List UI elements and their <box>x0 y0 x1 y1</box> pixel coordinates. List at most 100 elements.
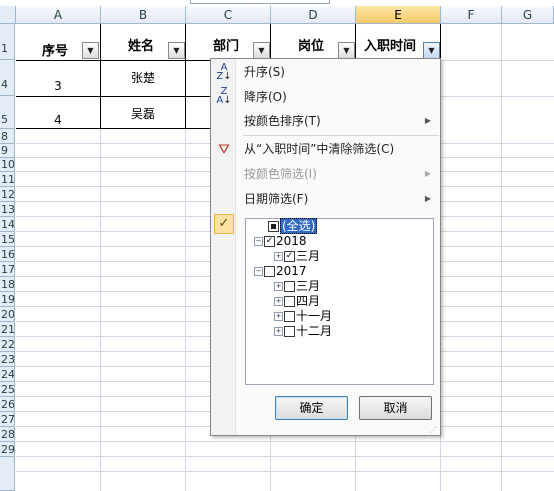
tree-node-2018[interactable]: − ✓ 2018 <box>254 234 307 249</box>
expand-icon[interactable]: + <box>274 297 283 306</box>
date-filter-label: 日期筛选(F) <box>244 192 309 206</box>
year-2018-label: 2018 <box>276 234 307 248</box>
gridline <box>441 60 554 61</box>
header-cell-d: 岗位 <box>297 39 324 54</box>
filter-active-icon[interactable]: ▼ <box>423 42 440 59</box>
row-header-16[interactable]: 16 <box>0 247 15 262</box>
select-all-corner[interactable] <box>0 6 16 24</box>
column-header-a[interactable]: A <box>16 6 101 24</box>
column-header-b[interactable]: B <box>101 6 186 24</box>
row-header-11[interactable]: 11 <box>0 172 15 187</box>
table-border <box>185 24 186 129</box>
year-2017-label: 2017 <box>276 264 307 278</box>
column-header-g[interactable]: G <box>502 6 554 24</box>
expand-icon[interactable]: + <box>274 282 283 291</box>
row-header-29[interactable]: 29 <box>0 442 15 457</box>
unchecked-checkbox-icon[interactable] <box>264 266 275 277</box>
tree-node-2017-april[interactable]: + 四月 <box>274 294 320 309</box>
row-header-23[interactable]: 23 <box>0 352 15 367</box>
header-cell-b: 姓名 <box>127 39 154 54</box>
menu-sort-ascending[interactable]: 升序(S) <box>237 61 437 83</box>
row-header-8[interactable]: 8 <box>0 129 15 144</box>
filter-dropdown-c[interactable]: ▼ <box>253 42 270 59</box>
header-cell-a: 序号 <box>41 44 68 59</box>
row-header-21[interactable]: 21 <box>0 322 15 337</box>
menu-separator <box>243 135 439 136</box>
sort-ascending-icon: A Z↓ <box>216 62 232 82</box>
row-header-13[interactable]: 13 <box>0 202 15 217</box>
sort-descending-icon: Z A↓ <box>216 86 232 106</box>
gridline <box>16 471 554 472</box>
autofilter-menu: A Z↓ 升序(S) Z A↓ 降序(O) 按颜色排序(T) ▶ ⛛ 从“入职时间”中… <box>210 58 441 436</box>
partial-checkbox-icon[interactable] <box>268 221 279 232</box>
row-header-25[interactable]: 25 <box>0 382 15 397</box>
tree-node-2017-december[interactable]: + 十二月 <box>274 324 332 339</box>
month-label: 三月 <box>296 249 321 263</box>
unchecked-checkbox-icon[interactable] <box>284 326 295 337</box>
ok-button[interactable]: 确定 <box>275 396 348 420</box>
column-header-c[interactable]: C <box>186 6 271 24</box>
table-border <box>270 24 271 61</box>
expand-icon[interactable]: + <box>274 252 283 261</box>
row-header-1[interactable]: 1 <box>0 24 15 60</box>
row-header-20[interactable]: 20 <box>0 307 15 322</box>
collapse-icon[interactable]: − <box>254 267 263 276</box>
cancel-button[interactable]: 取消 <box>359 396 432 420</box>
unchecked-checkbox-icon[interactable] <box>284 311 295 322</box>
row-header-15[interactable]: 15 <box>0 232 15 247</box>
submenu-arrow-icon: ▶ <box>424 169 431 178</box>
row-header-filler <box>0 457 15 491</box>
header-cell-e: 入职时间 <box>364 39 417 54</box>
menu-sort-by-color[interactable]: 按颜色排序(T) ▶ <box>237 110 437 132</box>
checked-checkbox-icon[interactable]: ✓ <box>284 251 295 262</box>
filter-dropdown-b[interactable]: ▼ <box>168 42 185 59</box>
cell-a4[interactable]: 3 <box>16 79 100 93</box>
cell-b5[interactable]: 吴磊 <box>101 105 185 122</box>
row-header-9[interactable]: 9 <box>0 144 15 158</box>
row-header-10[interactable]: 10 <box>0 158 15 172</box>
filter-by-color-label: 按颜色筛选(I) <box>244 167 317 181</box>
menu-date-filter[interactable]: 日期筛选(F) ▶ <box>237 188 437 210</box>
tree-node-2017-march[interactable]: + 三月 <box>274 279 320 294</box>
select-all-label: (全选) <box>280 218 318 234</box>
expand-icon[interactable]: + <box>274 327 283 336</box>
row-header-5[interactable]: 5 <box>0 96 15 129</box>
unchecked-checkbox-icon[interactable] <box>284 281 295 292</box>
row-header-28[interactable]: 28 <box>0 427 15 442</box>
month-label: 十二月 <box>296 324 333 338</box>
row-header-22[interactable]: 22 <box>0 337 15 352</box>
header-cell-c: 部门 <box>212 39 239 54</box>
tree-node-2017[interactable]: − 2017 <box>254 264 307 279</box>
tree-node-2018-march[interactable]: + ✓ 三月 <box>274 249 320 264</box>
row-header-18[interactable]: 18 <box>0 277 15 292</box>
column-header-f[interactable]: F <box>441 6 502 24</box>
table-border <box>440 24 441 61</box>
column-header-e[interactable]: E <box>356 6 441 24</box>
menu-icon-gutter <box>211 59 236 435</box>
month-label: 三月 <box>296 279 321 293</box>
tree-node-select-all[interactable]: (全选) <box>268 218 318 234</box>
filter-dropdown-d[interactable]: ▼ <box>338 42 355 59</box>
menu-sort-descending[interactable]: 降序(O) <box>237 86 437 108</box>
collapse-icon[interactable]: − <box>254 237 263 246</box>
column-header-d[interactable]: D <box>271 6 356 24</box>
resize-grip-icon[interactable]: ⋰ <box>430 426 438 434</box>
expand-icon[interactable]: + <box>274 312 283 321</box>
row-header-14[interactable]: 14 <box>0 217 15 232</box>
row-header-19[interactable]: 19 <box>0 292 15 307</box>
unchecked-checkbox-icon[interactable] <box>284 296 295 307</box>
filter-dropdown-a[interactable]: ▼ <box>82 42 99 59</box>
menu-clear-filter[interactable]: 从“入职时间”中清除筛选(C) <box>237 138 437 160</box>
row-header-4[interactable]: 4 <box>0 60 15 96</box>
cell-a5[interactable]: 4 <box>16 113 100 127</box>
cell-b4[interactable]: 张楚 <box>101 69 185 86</box>
gridline <box>501 24 502 491</box>
checked-checkbox-icon[interactable]: ✓ <box>264 236 275 247</box>
tree-node-2017-november[interactable]: + 十一月 <box>274 309 332 324</box>
row-header-24[interactable]: 24 <box>0 367 15 382</box>
row-header-26[interactable]: 26 <box>0 397 15 412</box>
row-header-27[interactable]: 27 <box>0 412 15 427</box>
row-header-12[interactable]: 12 <box>0 187 15 202</box>
filter-value-tree[interactable]: (全选) − ✓ 2018 + ✓ 三月 −2017 + 三月 + 四月 + 十一月 + 十二月 <box>245 218 434 385</box>
row-header-17[interactable]: 17 <box>0 262 15 277</box>
